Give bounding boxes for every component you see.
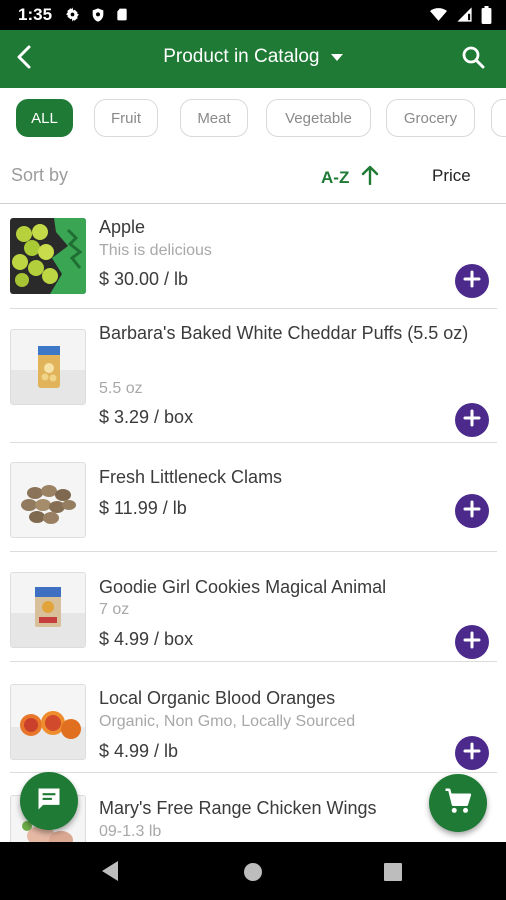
product-image-cheddar-puffs bbox=[10, 329, 86, 405]
product-price: $ 3.29 / box bbox=[99, 407, 194, 427]
product-description: 5.5 oz bbox=[99, 380, 143, 397]
product-description: 09-1.3 lb bbox=[99, 823, 162, 840]
product-row-clams[interactable]: Fresh Littleneck Clams $ 11.99 / lb bbox=[10, 443, 497, 552]
product-image-apple bbox=[10, 218, 86, 294]
nav-back-icon[interactable] bbox=[100, 860, 120, 887]
status-icons-left bbox=[64, 6, 129, 29]
search-icon bbox=[461, 45, 485, 74]
add-to-cart-button[interactable] bbox=[455, 494, 489, 528]
sort-az-label: A-Z bbox=[321, 167, 350, 187]
chat-icon bbox=[35, 785, 63, 818]
product-description: Organic, Non Gmo, Locally Sourced bbox=[99, 713, 356, 730]
product-description: This is delicious bbox=[99, 242, 212, 259]
cart-icon bbox=[443, 786, 473, 821]
sort-row: Sort by A-Z Price bbox=[0, 150, 506, 204]
add-to-cart-button[interactable] bbox=[455, 736, 489, 770]
signal-icon bbox=[456, 6, 473, 29]
product-name: Local Organic Blood Oranges bbox=[99, 688, 336, 708]
plus-icon bbox=[463, 631, 481, 654]
product-row-cheddar-puffs[interactable]: Barbara's Baked White Cheddar Puffs (5.5… bbox=[10, 309, 497, 443]
product-name: Apple bbox=[99, 217, 146, 237]
product-row-apple[interactable]: Apple This is delicious $ 30.00 / lb bbox=[10, 205, 497, 309]
product-name: Mary's Free Range Chicken Wings bbox=[99, 798, 377, 818]
shield-icon bbox=[90, 6, 106, 29]
sd-card-icon bbox=[115, 6, 129, 29]
filter-chip-grocery[interactable]: Grocery bbox=[386, 99, 475, 137]
add-to-cart-button[interactable] bbox=[455, 403, 489, 437]
add-to-cart-button[interactable] bbox=[455, 264, 489, 298]
status-icons-right bbox=[429, 6, 492, 29]
plus-icon bbox=[463, 500, 481, 523]
sort-price-button[interactable]: Price bbox=[432, 166, 471, 186]
product-row-chicken-wings[interactable]: Mary's Free Range Chicken Wings 09-1.3 l… bbox=[10, 773, 497, 842]
gear-icon bbox=[64, 6, 81, 29]
product-row-blood-oranges[interactable]: Local Organic Blood Oranges Organic, Non… bbox=[10, 662, 497, 773]
product-image-cookies bbox=[10, 572, 86, 648]
add-to-cart-button[interactable] bbox=[455, 625, 489, 659]
product-price: $ 30.00 / lb bbox=[99, 269, 189, 289]
cart-fab[interactable] bbox=[429, 774, 487, 832]
filter-chip-vegetable[interactable]: Vegetable bbox=[266, 99, 371, 137]
filter-chip-meat[interactable]: Meat bbox=[180, 99, 248, 137]
sort-az-button[interactable]: A-Z bbox=[321, 165, 379, 190]
arrow-up-icon bbox=[361, 165, 379, 190]
product-name: Goodie Girl Cookies Magical Animal bbox=[99, 577, 387, 597]
battery-icon bbox=[481, 6, 492, 29]
catalog-title-dropdown[interactable]: Product in Catalog bbox=[0, 46, 506, 68]
sort-by-label: Sort by bbox=[11, 165, 69, 185]
product-image-blood-oranges bbox=[10, 684, 86, 760]
plus-icon bbox=[463, 742, 481, 765]
nav-recents-icon[interactable] bbox=[384, 863, 402, 886]
product-name: Fresh Littleneck Clams bbox=[99, 467, 283, 487]
status-time: 1:35 bbox=[18, 5, 53, 24]
product-image-clams bbox=[10, 462, 86, 538]
app-bar: Product in Catalog bbox=[0, 30, 506, 88]
nav-home-icon[interactable] bbox=[243, 862, 263, 887]
plus-icon bbox=[463, 409, 481, 432]
product-description: 7 oz bbox=[99, 601, 130, 618]
page-title: Product in Catalog bbox=[163, 46, 320, 68]
chat-fab[interactable] bbox=[20, 772, 78, 830]
caret-down-icon bbox=[330, 46, 343, 68]
search-button[interactable] bbox=[456, 42, 490, 76]
product-price: $ 4.99 / lb bbox=[99, 741, 179, 761]
product-price: $ 4.99 / box bbox=[99, 629, 194, 649]
product-price: $ 11.99 / lb bbox=[99, 498, 187, 518]
wifi-icon bbox=[429, 6, 448, 29]
plus-icon bbox=[463, 270, 481, 293]
system-navigation-bar bbox=[0, 842, 506, 900]
category-filter-bar: ALL Fruit Meat Vegetable Grocery bbox=[0, 88, 506, 148]
status-bar: 1:35 bbox=[0, 0, 506, 30]
product-name: Barbara's Baked White Cheddar Puffs (5.5… bbox=[99, 323, 469, 343]
product-row-cookies[interactable]: Goodie Girl Cookies Magical Animal 7 oz … bbox=[10, 552, 497, 662]
filter-chip-more[interactable] bbox=[491, 99, 506, 137]
filter-chip-all[interactable]: ALL bbox=[16, 99, 73, 137]
filter-chip-fruit[interactable]: Fruit bbox=[94, 99, 158, 137]
